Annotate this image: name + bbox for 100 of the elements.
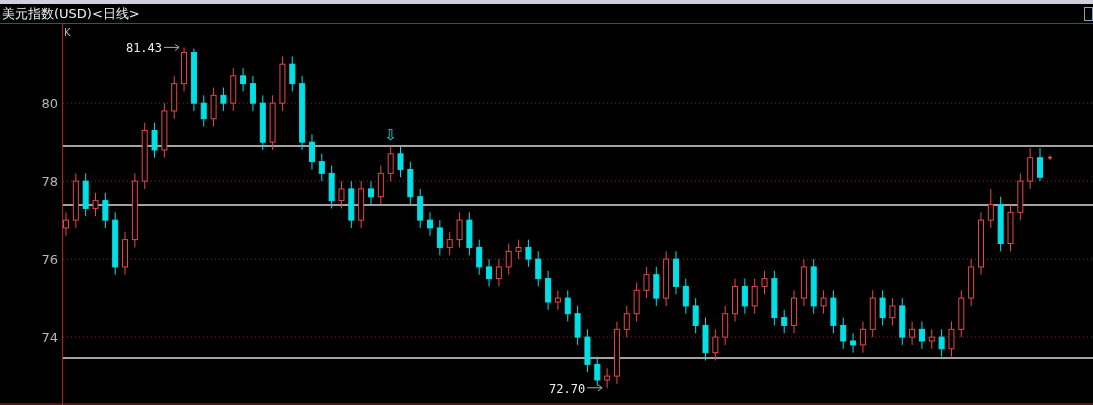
candlestick <box>820 289 827 315</box>
candlestick <box>259 94 266 151</box>
candlestick <box>958 289 965 338</box>
candlestick <box>1007 204 1014 252</box>
candlestick <box>112 211 119 276</box>
candlestick <box>928 328 935 350</box>
candlestick <box>712 328 719 361</box>
candlestick <box>633 282 640 322</box>
candlestick <box>899 297 906 346</box>
candlestick <box>623 305 630 338</box>
candlestick <box>269 94 276 151</box>
candlestick <box>859 321 866 354</box>
signal-arrow: ⇩ <box>384 126 397 145</box>
pointer-arrow <box>586 384 603 392</box>
candlestick <box>368 180 374 206</box>
candlestick <box>1037 147 1043 182</box>
candlestick <box>850 332 857 354</box>
candlestick <box>800 258 807 307</box>
candlestick <box>348 180 355 229</box>
y-tick-label: 76 <box>41 252 58 268</box>
candlestick <box>643 266 650 299</box>
candlestick <box>938 328 945 358</box>
candlestick <box>987 188 994 229</box>
candlestick <box>249 75 256 112</box>
candlestick <box>810 258 817 315</box>
candlestick <box>397 145 404 178</box>
candlestick <box>72 172 79 229</box>
candlestick <box>673 250 679 295</box>
candlestick <box>594 356 601 387</box>
candlestick <box>82 172 89 217</box>
candlestick <box>525 239 532 268</box>
candlestick <box>102 192 109 229</box>
candlestick <box>63 211 69 237</box>
candlestick <box>968 258 975 307</box>
candlestick <box>505 243 512 276</box>
candlestick <box>653 266 660 307</box>
candlestick <box>466 211 473 256</box>
candlestick <box>1027 147 1034 190</box>
candlestick <box>692 297 699 334</box>
candlestick <box>387 145 394 182</box>
candlestick <box>220 87 227 112</box>
y-tick-label: 74 <box>41 330 58 346</box>
candlestick <box>830 289 837 334</box>
candlestick <box>909 321 916 346</box>
candlestick <box>407 161 414 206</box>
candlestick <box>889 297 896 326</box>
candlestick <box>171 75 178 120</box>
candlestick <box>279 55 286 112</box>
candlestick <box>722 305 729 346</box>
candlestick <box>574 305 581 346</box>
candlestick <box>515 239 522 260</box>
pointer-arrow <box>163 43 180 51</box>
candlestick <box>545 270 552 311</box>
candlestick <box>495 258 502 287</box>
candlestick <box>122 231 129 276</box>
candlestick <box>358 180 365 229</box>
candlestick <box>200 94 207 128</box>
candlestick <box>535 250 542 287</box>
candlestick <box>751 278 758 315</box>
candlestick <box>456 211 463 248</box>
candlestick <box>663 250 670 307</box>
candlestick <box>141 122 148 190</box>
candlestick <box>584 328 591 373</box>
candlestick <box>240 67 247 92</box>
indicator-label: K <box>64 27 71 38</box>
price-label: 72.70 <box>549 381 586 396</box>
candlestick <box>682 278 689 315</box>
candlestick <box>879 289 886 326</box>
candlestick <box>338 180 345 209</box>
candlestick <box>761 270 768 295</box>
candlestick <box>840 317 847 350</box>
candlestick <box>741 278 748 315</box>
y-tick-label: 78 <box>41 174 58 190</box>
candlestick <box>436 219 443 256</box>
candlestick <box>289 55 296 92</box>
candlestick <box>161 102 168 159</box>
candlestick <box>732 278 738 322</box>
candlestick <box>151 122 158 159</box>
candlestick <box>948 321 955 358</box>
candlestick <box>328 165 335 209</box>
window-button[interactable] <box>1084 6 1093 21</box>
current-price-marker <box>1047 155 1053 161</box>
candlestick <box>318 153 325 182</box>
candlestick <box>554 289 561 311</box>
candlestick <box>702 317 709 361</box>
y-tick-label: 80 <box>41 96 58 112</box>
candlestick <box>476 239 483 276</box>
candlestick <box>1017 172 1024 221</box>
candlestick <box>791 289 798 334</box>
candlestick <box>486 258 493 287</box>
price-label: 81.43 <box>125 41 163 56</box>
candlestick <box>997 196 1004 252</box>
candlestick <box>417 188 424 229</box>
candlestick <box>771 270 778 326</box>
candlestick <box>308 133 315 170</box>
candlestick <box>92 192 99 217</box>
candlestick <box>210 87 217 128</box>
candlestick <box>977 211 984 276</box>
candlestick <box>781 309 788 334</box>
candlestick <box>181 46 188 92</box>
